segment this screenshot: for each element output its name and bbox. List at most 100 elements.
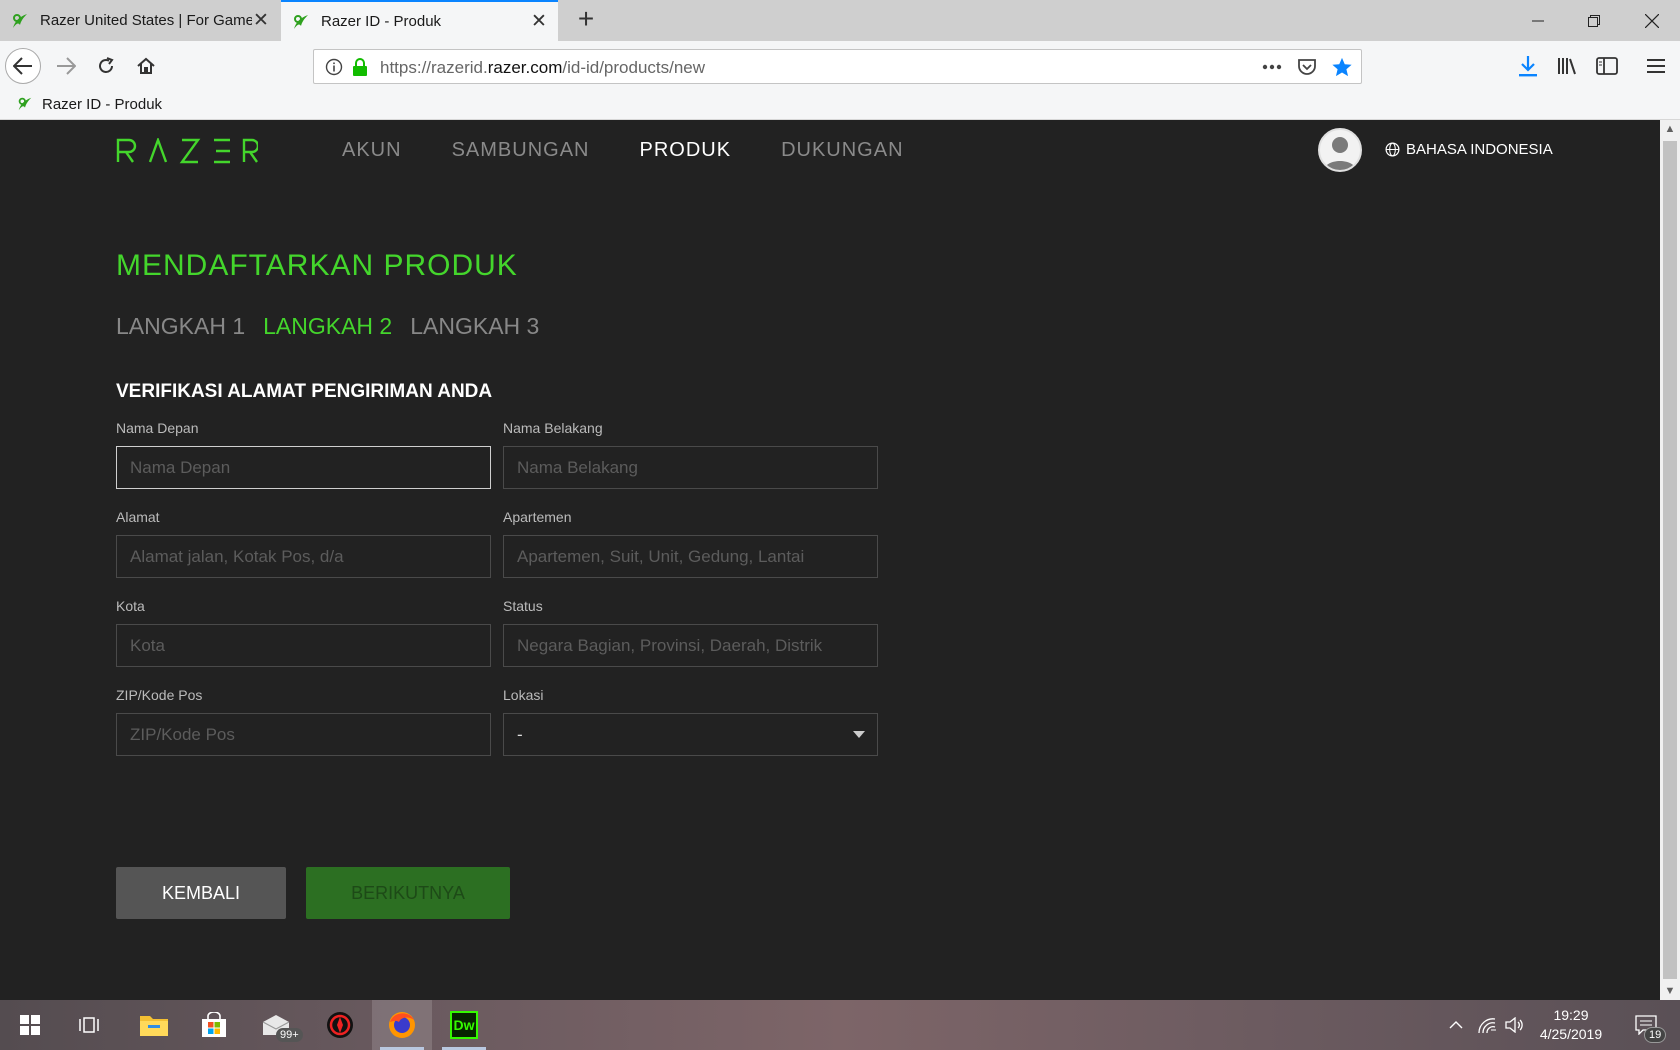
page-content: AKUN SAMBUNGAN PRODUK DUKUNGAN BAHASA IN… — [0, 120, 1660, 1000]
lock-icon[interactable] — [349, 56, 371, 78]
taskbar-clock[interactable]: 19:29 4/25/2019 — [1528, 1006, 1614, 1044]
windows-start-icon[interactable] — [0, 1000, 60, 1050]
volume-icon[interactable] — [1500, 1000, 1530, 1050]
hamburger-menu-icon[interactable] — [1638, 48, 1674, 84]
url-bar[interactable]: https://razerid.razer.com/id-id/products… — [313, 49, 1362, 84]
navigation-toolbar: https://razerid.razer.com/id-id/products… — [0, 41, 1680, 91]
tab-razer-id-produk[interactable]: Razer ID - Produk ✕ — [281, 0, 558, 41]
first-name-field[interactable] — [116, 446, 491, 489]
section-title: VERIFIKASI ALAMAT PENGIRIMAN ANDA — [116, 381, 493, 402]
tab-title: Razer United States | For Gamers. By Gam… — [40, 12, 252, 29]
home-icon[interactable] — [128, 48, 164, 84]
microsoft-store-icon[interactable] — [184, 1000, 244, 1050]
location-selected-value: - — [517, 725, 523, 744]
scrollbar-thumb[interactable] — [1663, 141, 1677, 979]
clock-time: 19:29 — [1553, 1007, 1589, 1023]
bookmark-label: Razer ID - Produk — [42, 95, 163, 113]
clock-date: 4/25/2019 — [1539, 1026, 1603, 1042]
action-center-icon[interactable]: 19 — [1626, 1000, 1667, 1050]
razer-favicon-icon — [18, 97, 32, 111]
last-name-field[interactable] — [503, 446, 878, 489]
firefox-icon[interactable] — [372, 1000, 432, 1050]
sidebar-toggle-icon[interactable] — [1589, 48, 1625, 84]
step-2: LANGKAH 2 — [263, 313, 393, 339]
page-actions-more-icon[interactable] — [1261, 56, 1283, 78]
window-close-icon[interactable] — [1624, 0, 1680, 41]
close-icon[interactable]: ✕ — [530, 10, 548, 33]
location-select[interactable]: - — [503, 713, 878, 756]
state-group: Status — [503, 598, 878, 667]
windows-taskbar: 99+ Dw 19:29 4/25/2019 19 — [0, 1000, 1680, 1050]
scroll-up-icon[interactable]: ▲ — [1660, 120, 1680, 138]
razer-cortex-icon[interactable] — [310, 1000, 370, 1050]
library-icon[interactable] — [1550, 48, 1586, 84]
forward-arrow-icon[interactable] — [48, 48, 84, 84]
first-name-group: Nama Depan — [116, 420, 491, 489]
location-label: Lokasi — [503, 687, 544, 703]
pocket-icon[interactable] — [1296, 56, 1318, 78]
network-icon[interactable] — [1472, 1000, 1502, 1050]
next-button[interactable]: BERIKUTNYA — [306, 867, 510, 919]
zip-group: ZIP/Kode Pos — [116, 687, 491, 756]
language-label: BAHASA INDONESIA — [1406, 141, 1553, 158]
nav-item-sambungan[interactable]: SAMBUNGAN — [452, 139, 590, 162]
mail-icon[interactable]: 99+ — [246, 1000, 306, 1050]
avatar[interactable] — [1318, 128, 1362, 172]
page-scrollbar[interactable]: ▲ ▼ — [1660, 120, 1680, 1000]
address-label: Alamat — [116, 509, 160, 525]
state-field[interactable] — [503, 624, 878, 667]
downloads-icon[interactable] — [1510, 48, 1546, 84]
bookmarks-toolbar: Razer ID - Produk — [0, 91, 1680, 120]
nav-item-dukungan[interactable]: DUKUNGAN — [781, 139, 903, 162]
minimize-icon[interactable] — [1510, 0, 1566, 41]
page-title: MENDAFTARKAN PRODUK — [116, 249, 518, 282]
back-button[interactable]: KEMBALI — [116, 867, 286, 919]
notification-badge: 19 — [1644, 1027, 1667, 1043]
zip-field[interactable] — [116, 713, 491, 756]
razer-logo[interactable] — [116, 138, 258, 164]
tab-bar: Razer United States | For Gamers. By Gam… — [0, 0, 1680, 41]
task-view-icon[interactable] — [60, 1000, 120, 1050]
apartment-label: Apartemen — [503, 509, 572, 525]
razer-favicon-icon — [13, 13, 27, 28]
step-3: LANGKAH 3 — [410, 313, 540, 339]
back-arrow-icon[interactable] — [5, 48, 41, 84]
last-name-group: Nama Belakang — [503, 420, 878, 489]
step-1: LANGKAH 1 — [116, 313, 246, 339]
nav-item-produk[interactable]: PRODUK — [639, 139, 731, 162]
last-name-label: Nama Belakang — [503, 420, 603, 436]
dreamweaver-icon[interactable]: Dw — [434, 1000, 494, 1050]
main-nav: AKUN SAMBUNGAN PRODUK DUKUNGAN — [342, 139, 954, 162]
apartment-field[interactable] — [503, 535, 878, 578]
location-group: Lokasi - — [503, 687, 878, 756]
address-field[interactable] — [116, 535, 491, 578]
file-explorer-icon[interactable] — [124, 1000, 184, 1050]
show-hidden-icons-chevron-up-icon[interactable] — [1441, 1000, 1471, 1050]
reload-icon[interactable] — [88, 48, 124, 84]
razer-favicon-icon — [294, 14, 308, 29]
step-indicator: LANGKAH 1 LANGKAH 2 LANGKAH 3 — [116, 313, 557, 340]
apartment-group: Apartemen — [503, 509, 878, 578]
close-icon[interactable]: ✕ — [252, 9, 270, 32]
city-field[interactable] — [116, 624, 491, 667]
dreamweaver-label: Dw — [450, 1011, 478, 1039]
zip-label: ZIP/Kode Pos — [116, 687, 203, 703]
city-label: Kota — [116, 598, 145, 614]
city-group: Kota — [116, 598, 491, 667]
address-group: Alamat — [116, 509, 491, 578]
tab-razer-us[interactable]: Razer United States | For Gamers. By Gam… — [0, 0, 280, 41]
new-tab-plus-icon[interactable]: + — [570, 4, 602, 36]
user-silhouette-icon — [1324, 137, 1356, 170]
mail-badge: 99+ — [276, 1028, 303, 1042]
nav-item-akun[interactable]: AKUN — [342, 139, 402, 162]
first-name-label: Nama Depan — [116, 420, 199, 436]
url-text: https://razerid.razer.com/id-id/products… — [380, 58, 706, 77]
globe-icon — [1385, 142, 1400, 157]
info-icon[interactable] — [323, 56, 345, 78]
bookmark-star-icon[interactable] — [1331, 56, 1353, 78]
language-selector[interactable]: BAHASA INDONESIA — [1385, 141, 1553, 158]
bookmark-razer-id-produk[interactable]: Razer ID - Produk — [16, 95, 162, 113]
scroll-down-icon[interactable]: ▼ — [1660, 982, 1680, 1000]
chevron-down-icon — [853, 731, 865, 738]
restore-icon[interactable] — [1566, 0, 1622, 41]
